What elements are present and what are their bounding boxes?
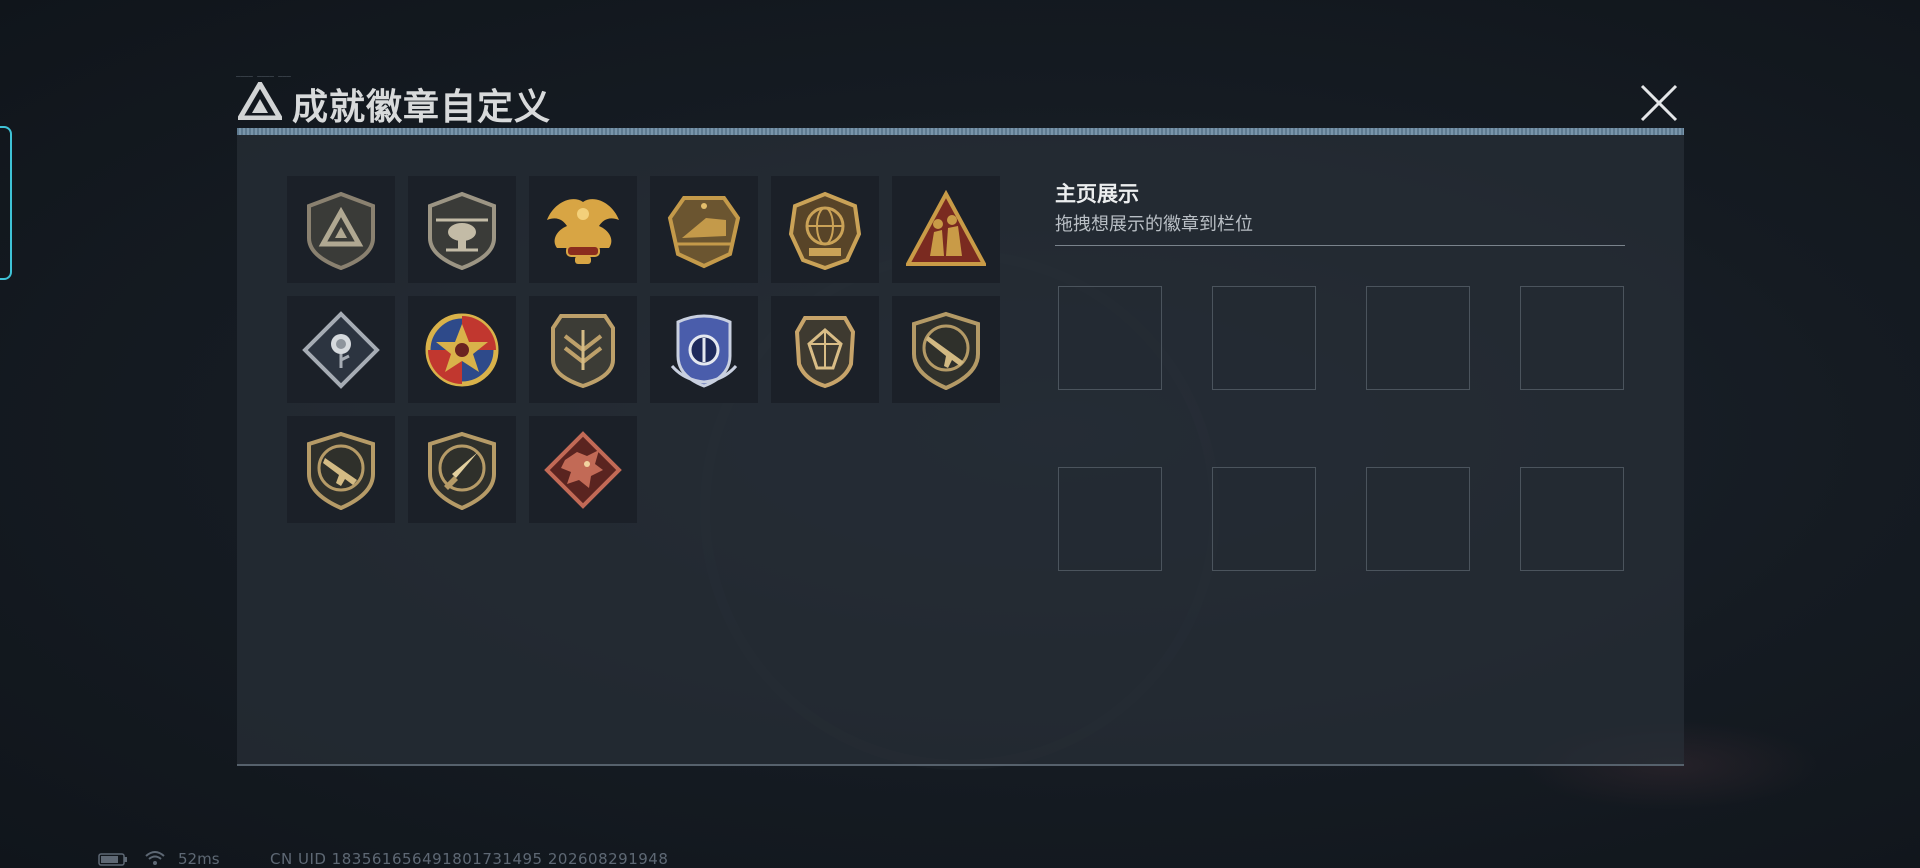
wifi-icon <box>145 851 165 865</box>
showcase-slot[interactable] <box>1520 467 1624 571</box>
dialog-title: 成就徽章自定义 <box>292 87 552 128</box>
rifle-shield-badge-icon <box>912 311 980 390</box>
knife-shield-badge-icon <box>428 431 496 510</box>
close-button[interactable] <box>1630 78 1686 128</box>
showcase-slot[interactable] <box>1366 286 1470 390</box>
gem-shield-badge-icon <box>794 315 856 388</box>
red-dragon-badge-icon <box>544 430 622 509</box>
badge-cell[interactable] <box>529 176 637 283</box>
showcase-divider <box>1055 245 1625 246</box>
badge-cell[interactable] <box>287 416 395 523</box>
badge-inventory-grid <box>287 176 1007 523</box>
delta-logo-shield-badge-icon <box>307 191 375 270</box>
badge-cell[interactable] <box>771 296 879 403</box>
battery-icon <box>98 853 127 866</box>
delta-logo-icon <box>238 82 282 120</box>
chevron-wings-shield-badge-icon <box>551 313 615 388</box>
showcase-slot[interactable] <box>1058 286 1162 390</box>
train-medal-badge-icon <box>667 195 741 268</box>
showcase-subtitle: 拖拽想展示的徽章到栏位 <box>1055 214 1253 235</box>
showcase-slot[interactable] <box>1212 467 1316 571</box>
badge-cell[interactable] <box>529 296 637 403</box>
badge-cell[interactable] <box>408 416 516 523</box>
soldiers-triangle-badge-icon <box>906 189 986 266</box>
smg-shield-badge-icon <box>307 431 375 510</box>
helicopter-shield-badge-icon <box>428 191 496 270</box>
badge-customize-panel: 主页展示 拖拽想展示的徽章到栏位 <box>237 128 1684 766</box>
badge-cell[interactable] <box>650 176 758 283</box>
showcase-slot[interactable] <box>1366 467 1470 571</box>
badge-cell[interactable] <box>650 296 758 403</box>
showcase-slot[interactable] <box>1520 286 1624 390</box>
header-tiny-text: ———— ———— ——— <box>236 72 291 80</box>
status-bar: 52ms CN UID 183561656491801731495 202608… <box>98 850 798 868</box>
badge-cell[interactable] <box>287 176 395 283</box>
star-wheel-badge-icon <box>425 313 499 386</box>
showcase-slot[interactable] <box>1058 467 1162 571</box>
badge-cell[interactable] <box>287 296 395 403</box>
side-tab-indicator[interactable] <box>0 126 12 280</box>
showcase-slot[interactable] <box>1212 286 1316 390</box>
badge-cell[interactable] <box>892 176 1000 283</box>
rose-diamond-badge-icon <box>302 310 380 389</box>
badge-cell[interactable] <box>892 296 1000 403</box>
uid-text: CN UID 183561656491801731495 20260829194… <box>270 850 669 868</box>
badge-cell[interactable] <box>529 416 637 523</box>
showcase-slots <box>1058 286 1624 571</box>
close-icon[interactable] <box>1630 78 1686 128</box>
dialog-header: ———— ———— ——— 成就徽章自定义 <box>236 72 1686 128</box>
showcase-title: 主页展示 <box>1055 182 1139 206</box>
ping-value: 52ms <box>178 850 220 868</box>
deltaforce-2026-globe-badge-icon <box>788 191 862 270</box>
panel-top-border <box>237 128 1684 135</box>
badge-cell[interactable] <box>408 176 516 283</box>
golden-phoenix-badge-icon <box>547 198 619 264</box>
badge-cell[interactable] <box>408 296 516 403</box>
blue-police-shield-badge-icon <box>670 314 738 388</box>
badge-cell[interactable] <box>771 176 879 283</box>
